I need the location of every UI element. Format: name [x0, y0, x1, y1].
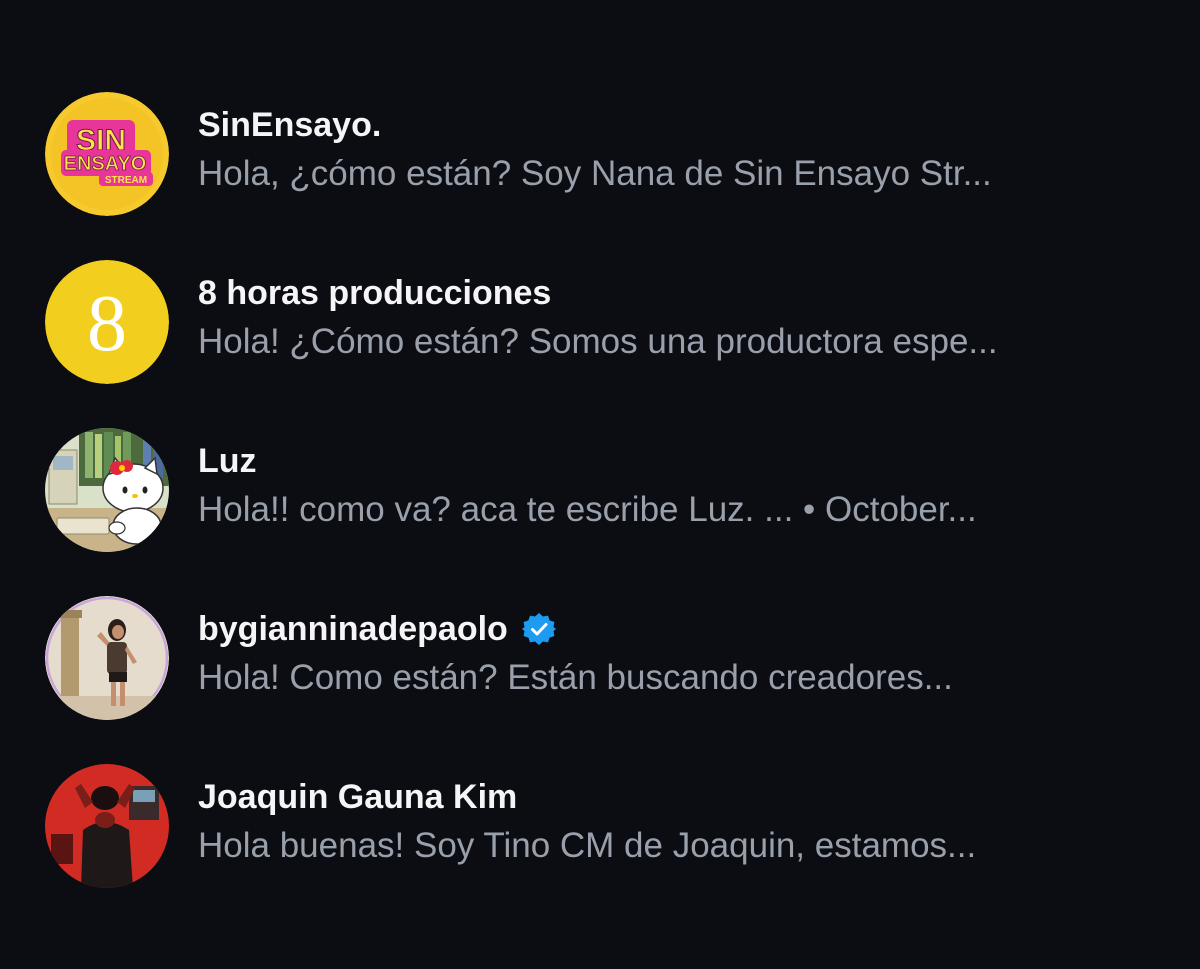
conversation-row-bygianninadepaolo[interactable]: bygianninadepaolo Hola! Como están? Está… [0, 592, 1200, 760]
svg-text:STREAM: STREAM [105, 175, 147, 186]
avatar-8-horas[interactable]: 8 [45, 260, 169, 384]
conversation-preview: Hola! ¿Cómo están? Somos una productora … [198, 322, 998, 361]
conversation-text: SinEnsayo. Hola, ¿cómo están? Soy Nana d… [198, 102, 1158, 198]
eight-logo-icon: 8 [45, 260, 169, 384]
conversation-name: bygianninadepaolo [198, 606, 1158, 652]
conversation-name-label: bygianninadepaolo [198, 610, 508, 648]
conversation-row-luz[interactable]: Luz Hola!! como va? aca te escribe Luz. … [0, 424, 1200, 592]
conversation-text: 8 horas producciones Hola! ¿Cómo están? … [198, 270, 1158, 366]
conversation-name: Luz [198, 442, 257, 480]
conversation-name: Joaquin Gauna Kim [198, 778, 518, 816]
conversation-preview: Hola, ¿cómo están? Soy Nana de Sin Ensay… [198, 154, 992, 193]
conversation-text: bygianninadepaolo Hola! Como están? Está… [198, 606, 1158, 702]
person-photo-icon [45, 596, 169, 720]
conversation-preview: Hola buenas! Soy Tino CM de Joaquin, est… [198, 826, 977, 865]
avatar-luz[interactable] [45, 428, 169, 552]
conversation-row-joaquin-gauna-kim[interactable]: Joaquin Gauna Kim Hola buenas! Soy Tino … [0, 760, 1200, 928]
conversation-row-8-horas[interactable]: 8 8 horas producciones Hola! ¿Cómo están… [0, 256, 1200, 424]
avatar-joaquin-gauna-kim[interactable] [45, 764, 169, 888]
sinensayo-logo-icon: SIN ENSAYO STREAM [45, 92, 169, 216]
avatar-bygianninadepaolo[interactable] [45, 596, 169, 720]
conversation-preview: Hola! Como están? Están buscando creador… [198, 658, 953, 697]
verified-badge-icon [521, 612, 556, 646]
conversation-list: SIN ENSAYO STREAM SinEnsayo. Hola, ¿cómo… [0, 88, 1200, 928]
svg-text:ENSAYO: ENSAYO [64, 153, 147, 175]
conversation-name: 8 horas producciones [198, 274, 552, 312]
conversation-name: SinEnsayo. [198, 106, 382, 144]
hello-kitty-illustration-icon [45, 428, 169, 552]
svg-text:8: 8 [87, 280, 127, 368]
conversation-preview: Hola!! como va? aca te escribe Luz. ... … [198, 490, 977, 529]
conversation-row-sinensayo[interactable]: SIN ENSAYO STREAM SinEnsayo. Hola, ¿cómo… [0, 88, 1200, 256]
person-photo-icon [45, 764, 169, 888]
conversation-text: Joaquin Gauna Kim Hola buenas! Soy Tino … [198, 774, 1158, 870]
avatar-sinensayo[interactable]: SIN ENSAYO STREAM [45, 92, 169, 216]
conversation-text: Luz Hola!! como va? aca te escribe Luz. … [198, 438, 1158, 534]
